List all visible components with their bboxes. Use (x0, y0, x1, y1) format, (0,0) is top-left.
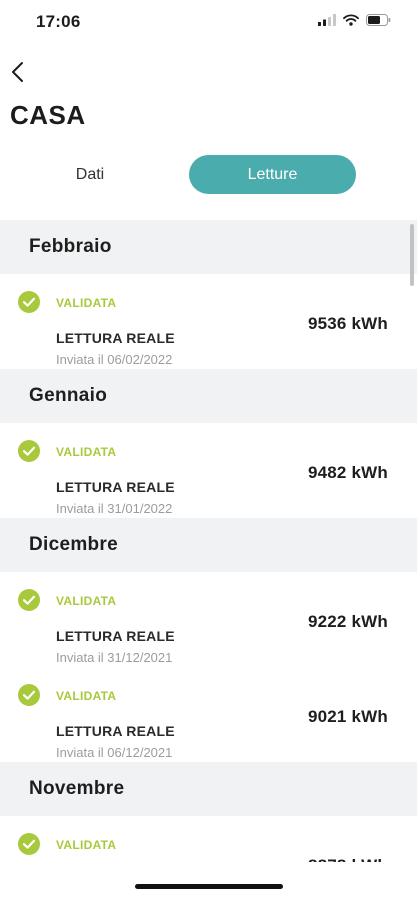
status-icons (318, 14, 391, 26)
status-label: VALIDATA (56, 689, 117, 703)
section-header-febbraio: Febbraio (0, 220, 417, 274)
status-bar: 17:06 (0, 0, 417, 44)
status-label: VALIDATA (56, 445, 117, 459)
reading-date: Inviata il 31/12/2021 (56, 650, 173, 665)
section-header-gennaio: Gennaio (0, 369, 417, 423)
wifi-icon (343, 14, 359, 26)
reading-row[interactable]: VALIDATA LETTURA REALE Inviata il 31/12/… (0, 572, 417, 667)
check-circle-icon (18, 833, 40, 855)
reading-row[interactable]: VALIDATA LETTURA REALE Inviata il 06/02/… (0, 274, 417, 369)
status-label: VALIDATA (56, 838, 117, 852)
status-label: VALIDATA (56, 594, 117, 608)
reading-value: 9222 kWh (307, 612, 388, 631)
reading-type: LETTURA REALE (56, 330, 175, 346)
readings-list[interactable]: Febbraio VALIDATA LETTURA REALE Inviata … (0, 220, 417, 880)
chevron-left-icon (12, 62, 23, 82)
reading-row[interactable]: VALIDATA LETTURA REALE Inviata il 06/12/… (0, 667, 417, 762)
reading-date: Inviata il 06/02/2022 (56, 352, 173, 367)
signal-icon (318, 14, 336, 26)
page-title: CASA (10, 100, 86, 130)
reading-type: LETTURA REALE (56, 479, 175, 495)
status-label: VALIDATA (56, 296, 117, 310)
home-indicator[interactable] (135, 884, 283, 889)
check-circle-icon (18, 440, 40, 462)
battery-icon (366, 14, 391, 26)
status-time: 17:06 (36, 12, 81, 31)
check-circle-icon (18, 684, 40, 706)
reading-row[interactable]: VALIDATA LETTURA REALE Inviata il 31/01/… (0, 423, 417, 518)
check-circle-icon (18, 291, 40, 313)
bottom-safe-area (0, 862, 417, 900)
reading-date: Inviata il 31/01/2022 (56, 501, 173, 516)
check-circle-icon (18, 589, 40, 611)
reading-value: 9482 kWh (307, 463, 388, 482)
reading-value: 9536 kWh (307, 314, 388, 333)
scrollbar[interactable] (410, 224, 414, 286)
tab-dati[interactable]: Dati (30, 155, 150, 194)
reading-type: LETTURA REALE (56, 628, 175, 644)
back-button[interactable] (8, 58, 32, 86)
reading-value: 9021 kWh (307, 707, 388, 726)
tab-letture[interactable]: Letture (189, 155, 356, 194)
reading-date: Inviata il 06/12/2021 (56, 745, 173, 760)
section-header-novembre: Novembre (0, 762, 417, 816)
reading-type: LETTURA REALE (56, 723, 175, 739)
section-header-dicembre: Dicembre (0, 518, 417, 572)
